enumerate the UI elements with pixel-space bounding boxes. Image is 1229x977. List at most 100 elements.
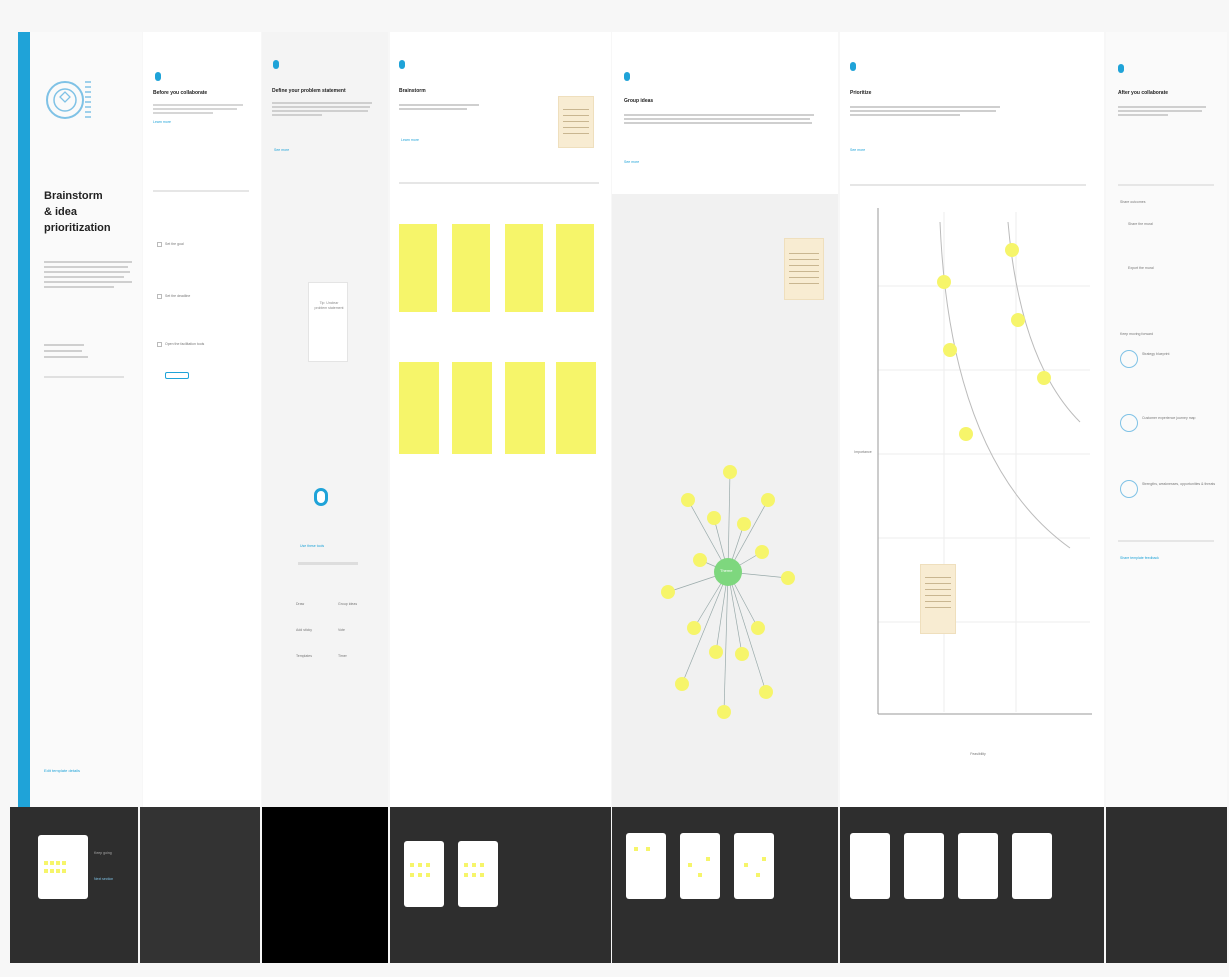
panel-title: Group ideas bbox=[624, 98, 654, 104]
affinity-map[interactable] bbox=[652, 442, 812, 752]
x-axis-label: Feasibility bbox=[970, 752, 986, 756]
instruction-note bbox=[784, 238, 824, 300]
instruction-note bbox=[920, 564, 956, 634]
learn-more-link[interactable]: Learn more bbox=[401, 138, 419, 142]
strip-button[interactable]: Next section bbox=[94, 877, 113, 882]
calendar-icon bbox=[157, 294, 162, 299]
panel-prioritize: Prioritize See more Importance Feasibili… bbox=[840, 32, 1104, 807]
strip-prioritize bbox=[840, 807, 1104, 963]
sticky-cluster[interactable] bbox=[505, 224, 543, 312]
sticky-cluster[interactable] bbox=[399, 362, 439, 454]
template-link[interactable]: Customer experience journey map bbox=[1142, 416, 1218, 421]
lightbulb-icon bbox=[314, 488, 328, 506]
thumbnail[interactable] bbox=[958, 833, 998, 899]
step-marker-icon bbox=[850, 62, 856, 71]
thumbnail[interactable] bbox=[1012, 833, 1052, 899]
panel-title: Before you collaborate bbox=[153, 90, 208, 96]
item-label: Set the goal bbox=[165, 242, 184, 246]
panel-text bbox=[1118, 104, 1208, 118]
tool-sticky[interactable]: Add sticky bbox=[296, 628, 312, 632]
thumbnail[interactable] bbox=[734, 833, 774, 899]
item-label: Open the facilitation tools bbox=[165, 342, 205, 346]
facilitation-button[interactable] bbox=[165, 372, 189, 379]
panel-before-collaborate: Before you collaborate Learn more Set th… bbox=[143, 32, 261, 807]
panel-text bbox=[850, 104, 1000, 118]
theme-label: Theme bbox=[720, 568, 733, 573]
see-more-link[interactable]: See more bbox=[850, 148, 865, 152]
sticky-cluster[interactable] bbox=[556, 224, 594, 312]
panel-text bbox=[624, 112, 814, 126]
export-item[interactable]: Export the mural bbox=[1128, 266, 1208, 271]
sticky-cluster[interactable] bbox=[452, 224, 490, 312]
title-line-1: Brainstorm bbox=[44, 190, 103, 202]
journey-map-icon bbox=[1120, 414, 1138, 432]
thumbnail[interactable] bbox=[458, 841, 498, 907]
strip-intro: Keep going Next section bbox=[10, 807, 138, 963]
sticky-cluster[interactable] bbox=[399, 224, 437, 312]
step-marker-icon bbox=[155, 72, 161, 81]
swot-icon bbox=[1120, 480, 1138, 498]
sticky-cluster[interactable] bbox=[556, 362, 596, 454]
thumbnail[interactable] bbox=[904, 833, 944, 899]
tool-templates[interactable]: Templates bbox=[296, 654, 312, 658]
panel-text bbox=[399, 102, 479, 112]
see-more-link[interactable]: See more bbox=[274, 148, 289, 152]
tool-timer[interactable]: Timer bbox=[338, 654, 347, 658]
tool-group[interactable]: Group ideas bbox=[338, 602, 357, 606]
clock-icon bbox=[157, 242, 162, 247]
intro-panel bbox=[30, 32, 142, 807]
thumbnail[interactable] bbox=[404, 841, 444, 907]
panel-text bbox=[153, 102, 243, 116]
intro-meta bbox=[44, 340, 134, 378]
strip-empty bbox=[140, 807, 260, 963]
problem-card[interactable]: Tip: Unclear problem statement bbox=[308, 282, 348, 362]
strip-after bbox=[1106, 807, 1227, 963]
intro-description bbox=[44, 258, 134, 291]
panel-brainstorm: Brainstorm Learn more bbox=[390, 32, 611, 807]
divider bbox=[153, 190, 249, 192]
thumbnail[interactable] bbox=[680, 833, 720, 899]
strip-group bbox=[612, 807, 838, 963]
thumbnail[interactable] bbox=[626, 833, 666, 899]
section-forward-title: Keep moving forward bbox=[1120, 332, 1154, 336]
panel-title: After you collaborate bbox=[1118, 90, 1169, 96]
panel-text bbox=[272, 100, 372, 118]
tools-title: Use these tools bbox=[300, 544, 325, 548]
thumbnail[interactable] bbox=[850, 833, 890, 899]
strip-empty bbox=[262, 807, 388, 963]
panel-after-collaborate: After you collaborate Share outcomes Sha… bbox=[1106, 32, 1227, 807]
template-link[interactable]: Strengths, weaknesses, opportunities & t… bbox=[1142, 482, 1218, 487]
prioritization-chart[interactable] bbox=[870, 202, 1096, 722]
section-share-title: Share outcomes bbox=[1120, 200, 1146, 204]
step-marker-icon bbox=[399, 60, 405, 69]
tool-draw[interactable]: Draw bbox=[296, 602, 304, 606]
thumbnail[interactable] bbox=[38, 835, 88, 899]
item-label: Set the deadline bbox=[165, 294, 191, 298]
template-link[interactable]: Strategy blueprint bbox=[1142, 352, 1218, 357]
edit-template-link[interactable]: Edit template details bbox=[44, 768, 80, 773]
share-item[interactable]: Share the mural bbox=[1128, 222, 1208, 227]
step-marker-icon bbox=[624, 72, 630, 81]
sticky-cluster[interactable] bbox=[505, 362, 545, 454]
card-text: Tip: Unclear problem statement bbox=[314, 301, 344, 310]
tool-vote[interactable]: Vote bbox=[338, 628, 345, 632]
accent-stripe bbox=[18, 32, 30, 807]
panel-title: Brainstorm bbox=[399, 88, 426, 94]
see-more-link[interactable]: See more bbox=[624, 160, 639, 164]
idea-sticky[interactable] bbox=[661, 465, 795, 719]
strip-brainstorm bbox=[390, 807, 611, 963]
feedback-link[interactable]: Share template feedback bbox=[1120, 556, 1159, 560]
divider bbox=[850, 184, 1086, 186]
panel-title: Define your problem statement bbox=[272, 88, 346, 94]
panel-title: Prioritize bbox=[850, 90, 872, 96]
divider bbox=[399, 182, 599, 184]
step-marker-icon bbox=[273, 60, 279, 69]
title-line-2: & idea prioritization bbox=[44, 206, 111, 234]
tools-text bbox=[298, 562, 358, 565]
learn-more-link[interactable]: Learn more bbox=[153, 120, 171, 124]
mural-board: Brainstorm & idea prioritization Edit te… bbox=[0, 0, 1229, 977]
step-marker-icon bbox=[1118, 64, 1124, 73]
sticky-cluster[interactable] bbox=[452, 362, 492, 454]
divider bbox=[1118, 540, 1214, 542]
divider bbox=[1118, 184, 1214, 186]
